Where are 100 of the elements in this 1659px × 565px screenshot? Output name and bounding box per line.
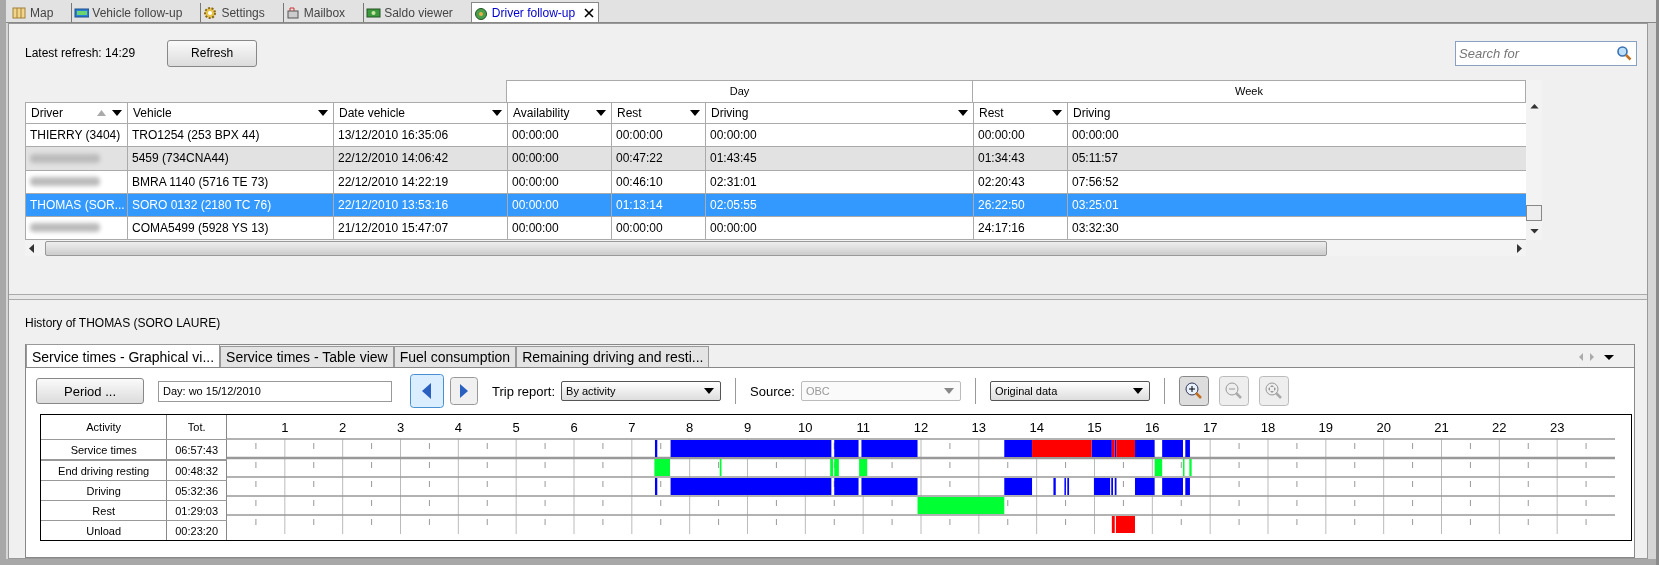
search-icon[interactable] xyxy=(1616,44,1632,61)
mailbox-icon xyxy=(285,5,301,20)
table-cell: 01:34:43 xyxy=(978,151,1025,166)
splitter-handle[interactable] xyxy=(9,294,1647,300)
table-cell: 00:00:00 xyxy=(512,128,559,143)
total-time: 01:29:03 xyxy=(167,501,227,520)
table-cell: SORO 0132 (2180 TC 76) xyxy=(132,197,272,212)
hour-label: 20 xyxy=(1376,420,1391,435)
dropdown-caret-icon[interactable] xyxy=(596,110,606,117)
hour-label: 3 xyxy=(396,420,405,435)
app-tab[interactable]: Driver follow-up xyxy=(470,2,600,22)
blurred-text xyxy=(30,223,100,233)
table-cell: 00:00:00 xyxy=(710,128,757,143)
hour-label: 1 xyxy=(281,420,289,435)
table-cell: 00:46:10 xyxy=(616,174,663,189)
table-cell: 22/12/2010 13:53:16 xyxy=(338,197,449,212)
refresh-button[interactable]: Refresh xyxy=(167,39,258,67)
table-row[interactable]: BMRA 1140 (5716 TE 73) 22/12/2010 14:22:19 00:00:00 00:46:10 02:31:01 02:20:43 07:56:52 xyxy=(25,170,1526,194)
column-header: Activity xyxy=(41,415,168,439)
dropdown-caret-icon[interactable] xyxy=(958,110,968,117)
truck-icon xyxy=(74,5,90,20)
table-cell: THIERRY (3404) xyxy=(30,128,121,143)
table-cell: 03:25:01 xyxy=(1072,197,1119,212)
table-cell: 00:00:00 xyxy=(616,220,663,235)
table-cell: 5459 (734CNA44) xyxy=(132,151,229,166)
total-time: 05:32:36 xyxy=(167,481,227,500)
table-cell: 22/12/2010 14:06:42 xyxy=(338,151,449,166)
scroll-thumb[interactable] xyxy=(1526,204,1542,222)
activity-label: Rest xyxy=(41,501,168,520)
hour-label: 2 xyxy=(339,420,347,435)
table-row[interactable]: COMA5499 (5928 YS 13) 21/12/2010 15:47:07 00:00:00 00:00:00 00:00:00 24:17:16 03:32:30 xyxy=(25,216,1526,240)
next-button[interactable] xyxy=(450,377,478,405)
view-tab[interactable]: Service times - Table view xyxy=(220,346,394,367)
dropdown-caret-icon[interactable] xyxy=(318,110,328,117)
hour-label: 14 xyxy=(1029,420,1044,435)
dropdown-caret-icon[interactable] xyxy=(492,110,502,117)
hour-label: 15 xyxy=(1087,420,1102,435)
hour-label: 18 xyxy=(1260,420,1276,435)
table-cell: 00:00:00 xyxy=(512,220,559,235)
hour-label: 16 xyxy=(1145,420,1160,435)
hour-label: 9 xyxy=(743,420,752,435)
close-icon[interactable] xyxy=(584,7,595,18)
activity-label: End driving resting xyxy=(41,461,168,480)
blurred-text xyxy=(30,177,100,187)
gear-icon xyxy=(203,5,219,20)
app-tab[interactable]: Map xyxy=(10,3,68,22)
scroll-right-icon[interactable] xyxy=(1517,243,1522,253)
hour-label: 22 xyxy=(1492,420,1507,435)
search-field[interactable]: Search for xyxy=(1455,40,1637,66)
table-cell: 01:43:45 xyxy=(710,151,757,166)
table-cell: 02:20:43 xyxy=(978,174,1025,189)
app-tab[interactable]: Vehicle follow-up xyxy=(71,3,197,22)
table-cell: THOMAS (SOR... xyxy=(30,197,125,212)
date-field[interactable]: Day: wo 15/12/2010 xyxy=(158,380,392,402)
table-cell: 00:00:00 xyxy=(512,174,559,189)
table-cell: 00:00:00 xyxy=(616,128,663,143)
period-button[interactable]: Period ... xyxy=(36,378,144,404)
scroll-down-icon[interactable] xyxy=(1529,229,1539,234)
table-cell: 00:00:00 xyxy=(710,220,757,235)
previous-button[interactable] xyxy=(410,374,444,408)
hour-label: 11 xyxy=(856,420,870,435)
zoom-in-button[interactable] xyxy=(1178,376,1209,406)
app-tab[interactable]: Mailbox xyxy=(282,3,360,22)
table-cell: 00:00:00 xyxy=(978,128,1025,143)
scroll-left-icon[interactable] xyxy=(29,243,34,253)
tab-navigation-icon[interactable] xyxy=(1578,352,1614,362)
table-row[interactable]: 5459 (734CNA44) 22/12/2010 14:06:42 00:00:00 00:47:22 01:43:45 01:34:43 05:11:57 xyxy=(25,147,1526,171)
dropdown-caret-icon[interactable] xyxy=(690,110,700,117)
dropdown-caret-icon[interactable] xyxy=(1052,110,1062,117)
activity-label: Driving xyxy=(41,481,168,500)
table-cell: 21/12/2010 15:47:07 xyxy=(338,220,449,235)
total-time: 00:48:32 xyxy=(167,461,227,480)
table-row[interactable]: THIERRY (3404) TRO1254 (253 BPX 44) 13/12/2010 16:35:06 00:00:00 00:00:00 00:00:00 00:00:00 00:00:00 xyxy=(25,124,1526,148)
table-cell: 01:13:14 xyxy=(616,197,663,212)
hour-label: 8 xyxy=(686,420,694,435)
history-title: History of THOMAS (SORO LAURE) xyxy=(25,315,222,332)
app-tab[interactable]: Saldo viewer xyxy=(363,3,467,22)
dropdown-caret-icon xyxy=(1132,388,1143,394)
table-cell: 13/12/2010 16:35:06 xyxy=(338,128,449,143)
hour-label: 7 xyxy=(628,420,636,435)
map-icon xyxy=(12,5,27,20)
hour-label: 12 xyxy=(913,420,929,435)
refresh-time-label: Latest refresh: 14:29 xyxy=(25,46,136,60)
banknote-icon xyxy=(366,5,382,20)
view-tab[interactable]: Service times - Graphical vi... xyxy=(26,344,221,367)
table-cell: 26:22:50 xyxy=(978,197,1025,212)
view-tab[interactable]: Remaining driving and resti... xyxy=(516,346,710,367)
scroll-up-icon[interactable] xyxy=(1529,104,1539,109)
total-time: 06:57:43 xyxy=(167,440,227,459)
trip-report-dropdown[interactable]: By activity xyxy=(561,381,722,401)
dropdown-caret-icon[interactable] xyxy=(112,110,122,117)
table-cell: 02:31:01 xyxy=(710,174,757,189)
hour-label: 21 xyxy=(1434,420,1449,435)
activity-label: Service times xyxy=(41,440,168,459)
table-cell: 22/12/2010 14:22:19 xyxy=(338,174,449,189)
column-group-header: Day xyxy=(506,80,973,102)
hour-label: 5 xyxy=(512,420,520,435)
app-tab[interactable]: Settings xyxy=(200,3,279,22)
view-tab[interactable]: Fuel consumption xyxy=(393,346,517,367)
data-mode-dropdown[interactable]: Original data xyxy=(989,381,1150,401)
